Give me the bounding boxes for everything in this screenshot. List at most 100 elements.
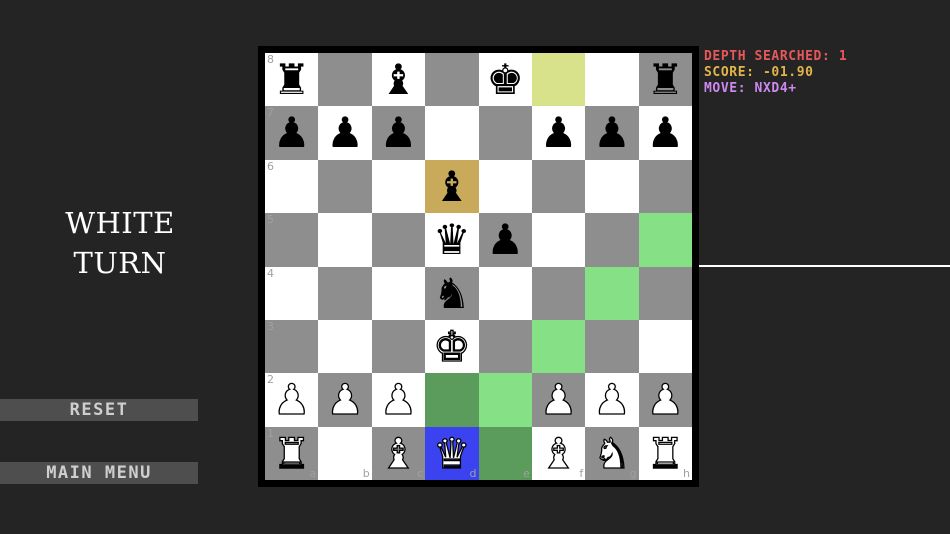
rank-label: 6 (267, 159, 274, 173)
white-bishop-icon[interactable]: ♝ (372, 427, 425, 480)
square-g2[interactable]: ♟ (585, 373, 639, 427)
square-b1[interactable]: b (318, 426, 372, 480)
square-h6[interactable] (638, 159, 692, 214)
eval-divider-line (699, 265, 950, 267)
reset-button[interactable]: RESET (0, 399, 198, 421)
square-g6[interactable] (585, 159, 639, 214)
square-f4[interactable] (531, 266, 586, 320)
square-g1[interactable]: g ♞ (585, 426, 639, 480)
square-d5[interactable]: ♛ (425, 213, 479, 267)
square-c1[interactable]: c ♝ (371, 426, 426, 480)
square-c8[interactable]: ♝ (371, 53, 426, 107)
square-d2[interactable] (425, 373, 479, 427)
black-pawn-icon[interactable]: ♟ (372, 106, 425, 159)
square-f7[interactable]: ♟ (531, 106, 586, 160)
depth-searched-text: DEPTH SEARCHED: 1 (704, 49, 848, 64)
square-h4[interactable] (638, 266, 692, 320)
white-bishop-icon[interactable]: ♝ (532, 427, 585, 480)
black-rook-icon[interactable]: ♜ (639, 53, 692, 106)
square-f3[interactable] (531, 319, 586, 374)
black-bishop-icon[interactable]: ♝ (425, 160, 478, 213)
square-a6[interactable]: 6 (265, 159, 319, 214)
square-d7[interactable] (425, 106, 479, 160)
square-f6[interactable] (531, 159, 586, 214)
black-king-icon[interactable]: ♚ (479, 53, 532, 106)
black-bishop-icon[interactable]: ♝ (372, 53, 425, 106)
square-d8[interactable] (425, 53, 479, 107)
square-a8[interactable]: 8 ♜ (265, 53, 319, 107)
black-pawn-icon[interactable]: ♟ (639, 106, 692, 159)
black-pawn-icon[interactable]: ♟ (585, 106, 638, 159)
square-a2[interactable]: 2 ♟ (265, 373, 319, 427)
best-move-text: MOVE: NXD4+ (704, 81, 797, 96)
square-a7[interactable]: 7 ♟ (265, 106, 319, 160)
square-a3[interactable]: 3 (265, 319, 319, 374)
square-h5[interactable] (638, 213, 692, 267)
square-d3[interactable]: ♚ (425, 319, 479, 374)
white-pawn-icon[interactable]: ♟ (372, 373, 425, 426)
square-f1[interactable]: f ♝ (531, 426, 586, 480)
square-h7[interactable]: ♟ (638, 106, 692, 160)
square-d1[interactable]: d ♛ (425, 426, 479, 480)
square-c6[interactable] (371, 159, 426, 214)
square-c4[interactable] (371, 266, 426, 320)
black-pawn-icon[interactable]: ♟ (318, 106, 371, 159)
square-f2[interactable]: ♟ (531, 373, 586, 427)
square-b5[interactable] (318, 213, 372, 267)
square-e6[interactable] (478, 159, 532, 214)
square-a1[interactable]: 1 a ♜ (265, 426, 319, 480)
square-h3[interactable] (638, 319, 692, 374)
square-c2[interactable]: ♟ (371, 373, 426, 427)
black-pawn-icon[interactable]: ♟ (479, 213, 532, 266)
square-b7[interactable]: ♟ (318, 106, 372, 160)
square-c5[interactable] (371, 213, 426, 267)
black-pawn-icon[interactable]: ♟ (532, 106, 585, 159)
square-g7[interactable]: ♟ (585, 106, 639, 160)
square-e7[interactable] (478, 106, 532, 160)
black-queen-icon[interactable]: ♛ (425, 213, 478, 266)
square-f8[interactable] (531, 53, 586, 107)
square-e8[interactable]: ♚ (478, 53, 532, 107)
white-pawn-icon[interactable]: ♟ (585, 373, 638, 426)
square-c7[interactable]: ♟ (371, 106, 426, 160)
square-e2[interactable] (478, 373, 532, 427)
white-knight-icon[interactable]: ♞ (585, 427, 638, 480)
square-d6[interactable]: ♝ (425, 159, 479, 214)
square-h8[interactable]: ♜ (638, 53, 692, 107)
white-pawn-icon[interactable]: ♟ (265, 373, 318, 426)
rank-label: 4 (267, 266, 274, 280)
square-g3[interactable] (585, 319, 639, 374)
square-e3[interactable] (478, 319, 532, 374)
white-pawn-icon[interactable]: ♟ (532, 373, 585, 426)
square-f5[interactable] (531, 213, 586, 267)
square-g8[interactable] (585, 53, 639, 107)
square-b3[interactable] (318, 319, 372, 374)
white-rook-icon[interactable]: ♜ (639, 427, 692, 480)
square-h1[interactable]: h ♜ (638, 426, 692, 480)
white-pawn-icon[interactable]: ♟ (318, 373, 371, 426)
square-a5[interactable]: 5 (265, 213, 319, 267)
square-c3[interactable] (371, 319, 426, 374)
turn-indicator-line2: TURN (73, 246, 167, 280)
square-e5[interactable]: ♟ (478, 213, 532, 267)
white-king-icon[interactable]: ♚ (425, 320, 478, 373)
square-a4[interactable]: 4 (265, 266, 319, 320)
file-label: e (523, 467, 530, 480)
square-g5[interactable] (585, 213, 639, 267)
square-h2[interactable]: ♟ (638, 373, 692, 427)
square-e1[interactable]: e (478, 426, 532, 480)
square-g4[interactable] (585, 266, 639, 320)
white-pawn-icon[interactable]: ♟ (639, 373, 692, 426)
white-queen-icon[interactable]: ♛ (425, 427, 478, 480)
main-menu-button[interactable]: MAIN MENU (0, 462, 198, 484)
square-b8[interactable] (318, 53, 372, 107)
black-rook-icon[interactable]: ♜ (265, 53, 318, 106)
square-e4[interactable] (478, 266, 532, 320)
square-b6[interactable] (318, 159, 372, 214)
square-b4[interactable] (318, 266, 372, 320)
square-d4[interactable]: ♞ (425, 266, 479, 320)
black-pawn-icon[interactable]: ♟ (265, 106, 318, 159)
square-b2[interactable]: ♟ (318, 373, 372, 427)
white-rook-icon[interactable]: ♜ (265, 427, 318, 480)
black-knight-icon[interactable]: ♞ (425, 267, 478, 320)
